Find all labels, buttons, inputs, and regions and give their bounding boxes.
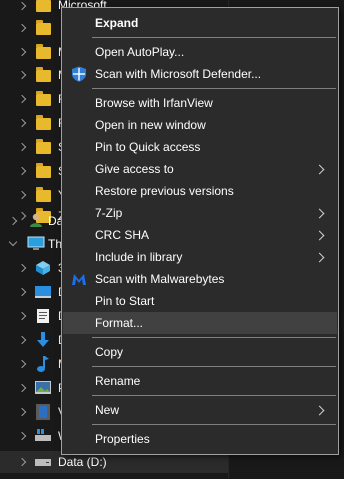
- menu-item-open-autoplay[interactable]: Open AutoPlay...: [63, 41, 337, 63]
- download-arrow-icon: [37, 332, 49, 347]
- menu-item-label: Pin to Quick access: [95, 140, 201, 154]
- menu-item-copy[interactable]: Copy: [63, 341, 337, 363]
- menu-item-label: Include in library: [95, 250, 183, 264]
- menu-item-open-new-window[interactable]: Open in new window: [63, 114, 337, 136]
- chevron-right-icon[interactable]: [17, 47, 27, 57]
- menu-item-label: Format...: [95, 316, 144, 330]
- defender-shield-icon: [72, 66, 86, 82]
- desktop-icon: [35, 286, 51, 298]
- menu-item-browse-irfanview[interactable]: Browse with IrfanView: [63, 92, 337, 114]
- menu-item-format[interactable]: Format...: [63, 312, 337, 334]
- chevron-right-icon[interactable]: [17, 359, 27, 369]
- menu-item-expand[interactable]: Expand: [63, 12, 337, 34]
- chevron-right-icon[interactable]: [17, 70, 27, 80]
- folder-icon: [36, 163, 51, 178]
- pictures-icon: [35, 381, 51, 394]
- menu-item-label: New: [95, 403, 120, 417]
- chevron-right-icon[interactable]: [17, 94, 27, 104]
- folder-icon: [36, 91, 51, 106]
- chevron-right-icon[interactable]: [17, 190, 27, 200]
- menu-item-new[interactable]: New: [63, 399, 337, 421]
- menu-item-label: Browse with IrfanView: [95, 96, 213, 110]
- menu-item-label: Properties: [95, 432, 150, 446]
- 3d-objects-icon: [36, 261, 50, 275]
- chevron-right-icon: [314, 208, 325, 219]
- menu-separator: [92, 337, 336, 338]
- menu-separator: [92, 395, 336, 396]
- menu-separator: [92, 366, 336, 367]
- menu-item-label: Rename: [95, 374, 141, 388]
- folder-icon: [36, 0, 51, 12]
- menu-item-label: Give access to: [95, 162, 174, 176]
- chevron-right-icon: [314, 230, 325, 241]
- user-folder-icon: [30, 213, 42, 227]
- menu-item-pin-quick-access[interactable]: Pin to Quick access: [63, 136, 337, 158]
- system-drive-icon: [35, 429, 51, 441]
- menu-item-label: Scan with Malwarebytes: [95, 272, 225, 286]
- chevron-right-icon[interactable]: [17, 311, 27, 321]
- chevron-right-icon[interactable]: [17, 407, 27, 417]
- music-note-icon: [37, 356, 49, 372]
- computer-icon: [27, 236, 45, 250]
- menu-item-label: Open in new window: [95, 118, 206, 132]
- chevron-right-icon[interactable]: [17, 263, 27, 273]
- menu-item-label: Expand: [95, 16, 139, 30]
- drive-icon: [35, 459, 51, 466]
- menu-item-label: Scan with Microsoft Defender...: [95, 67, 262, 81]
- videos-icon: [36, 404, 50, 420]
- chevron-right-icon[interactable]: [17, 142, 27, 152]
- chevron-right-icon[interactable]: [17, 287, 27, 297]
- menu-item-give-access[interactable]: Give access to: [63, 158, 337, 180]
- chevron-right-icon[interactable]: [17, 335, 27, 345]
- folder-icon: [36, 187, 51, 202]
- tree-item-label: Th: [48, 237, 63, 251]
- menu-item-properties[interactable]: Properties: [63, 428, 337, 450]
- menu-separator: [92, 88, 336, 89]
- chevron-right-icon[interactable]: [17, 383, 27, 393]
- malwarebytes-icon: [72, 274, 86, 285]
- documents-icon: [37, 309, 49, 323]
- chevron-right-icon: [314, 164, 325, 175]
- menu-item-label: Copy: [95, 345, 124, 359]
- chevron-right-icon: [314, 252, 325, 263]
- menu-item-label: Pin to Start: [95, 294, 155, 308]
- folder-icon: [36, 139, 51, 154]
- menu-item-rename[interactable]: Rename: [63, 370, 337, 392]
- chevron-right-icon[interactable]: [17, 431, 27, 441]
- chevron-right-icon: [314, 405, 325, 416]
- menu-separator: [92, 424, 336, 425]
- menu-item-restore-versions[interactable]: Restore previous versions: [63, 180, 337, 202]
- menu-item-crc-sha[interactable]: CRC SHA: [63, 224, 337, 246]
- chevron-right-icon[interactable]: [17, 457, 27, 467]
- folder-icon: [36, 20, 51, 35]
- tree-item-label: Data (D:): [58, 455, 107, 469]
- menu-item-7zip[interactable]: 7-Zip: [63, 202, 337, 224]
- chevron-down-icon[interactable]: [8, 237, 18, 247]
- menu-item-include-library[interactable]: Include in library: [63, 246, 337, 268]
- menu-item-pin-start[interactable]: Pin to Start: [63, 290, 337, 312]
- context-menu: Expand Open AutoPlay... Scan with Micros…: [61, 7, 339, 455]
- menu-separator: [92, 37, 336, 38]
- menu-item-label: Open AutoPlay...: [95, 45, 185, 59]
- chevron-right-icon[interactable]: [17, 23, 27, 33]
- chevron-right-icon[interactable]: [17, 118, 27, 128]
- folder-icon: [36, 44, 51, 59]
- menu-item-scan-defender[interactable]: Scan with Microsoft Defender...: [63, 63, 337, 85]
- menu-item-label: CRC SHA: [95, 228, 150, 242]
- folder-icon: [36, 67, 51, 82]
- menu-item-scan-malwarebytes[interactable]: Scan with Malwarebytes: [63, 268, 337, 290]
- chevron-right-icon[interactable]: [17, 166, 27, 176]
- menu-item-label: 7-Zip: [95, 206, 123, 220]
- chevron-right-icon[interactable]: [8, 216, 18, 226]
- menu-item-label: Restore previous versions: [95, 184, 234, 198]
- folder-icon: [36, 115, 51, 130]
- chevron-right-icon[interactable]: [17, 1, 27, 11]
